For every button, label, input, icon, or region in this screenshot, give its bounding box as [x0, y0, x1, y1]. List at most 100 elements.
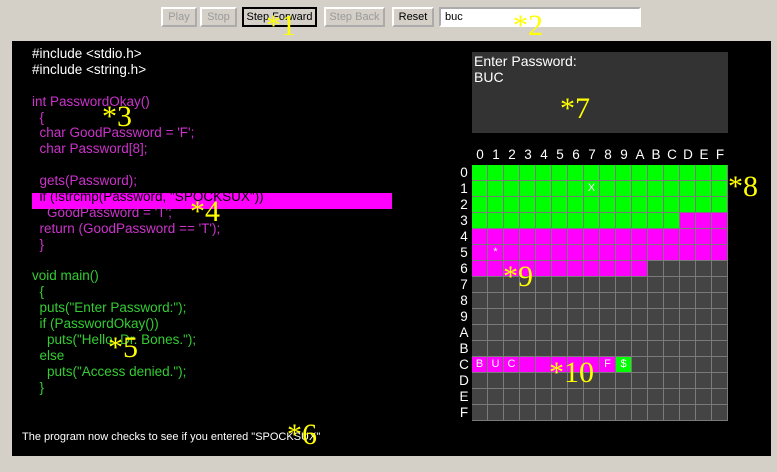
memory-cell [712, 341, 728, 357]
memory-cell [520, 357, 536, 373]
memory-cell [472, 277, 488, 293]
step-forward-button[interactable]: Step Forward [242, 7, 317, 27]
code-line: puts("Hello, Dr. Bones."); [32, 332, 197, 348]
memory-row-label: 5 [460, 245, 468, 260]
memory-cell [648, 309, 664, 325]
memory-cell [584, 165, 600, 181]
memory-cell [584, 357, 600, 373]
memory-cell [664, 165, 680, 181]
memory-cell [696, 213, 712, 229]
memory-cell [536, 213, 552, 229]
memory-cell [696, 277, 712, 293]
memory-cell [536, 165, 552, 181]
password-input[interactable] [439, 7, 641, 27]
memory-cell [472, 405, 488, 421]
memory-cell [488, 405, 504, 421]
memory-cell [616, 325, 632, 341]
memory-cell [552, 277, 568, 293]
memory-cell [648, 293, 664, 309]
memory-cell [584, 213, 600, 229]
step-back-button[interactable]: Step Back [324, 7, 385, 27]
memory-cell [568, 245, 584, 261]
memory-cell [648, 341, 664, 357]
play-button[interactable]: Play [161, 7, 197, 27]
memory-column-label: A [635, 147, 645, 162]
memory-cell [680, 389, 696, 405]
memory-cell [696, 325, 712, 341]
memory-cell [584, 197, 600, 213]
memory-cell [536, 325, 552, 341]
reset-button[interactable]: Reset [392, 7, 434, 27]
memory-cell [712, 373, 728, 389]
memory-cell [520, 373, 536, 389]
memory-cell [616, 341, 632, 357]
memory-cell [680, 405, 696, 421]
memory-cell [632, 213, 648, 229]
memory-cell [680, 373, 696, 389]
memory-cell [472, 245, 488, 261]
stop-button[interactable]: Stop [200, 7, 237, 27]
source-code: #include <stdio.h> #include <string.h> int… [32, 46, 264, 396]
memory-cell [472, 213, 488, 229]
memory-cell [552, 165, 568, 181]
memory-cell [552, 341, 568, 357]
memory-cell [664, 357, 680, 373]
memory-cell [600, 309, 616, 325]
code-line: if (PasswordOkay()) [32, 316, 159, 332]
memory-cell [600, 389, 616, 405]
memory-column-label: 4 [540, 147, 548, 162]
memory-cell [536, 357, 552, 373]
memory-cell [680, 261, 696, 277]
memory-cell [520, 181, 536, 197]
memory-cell [552, 373, 568, 389]
memory-cell [472, 197, 488, 213]
memory-cell [568, 277, 584, 293]
console-line-1: Enter Password: [474, 53, 577, 69]
memory-cell [712, 277, 728, 293]
memory-cell [632, 341, 648, 357]
memory-cell [696, 165, 712, 181]
memory-cell [696, 197, 712, 213]
memory-cell [632, 277, 648, 293]
memory-cell [552, 261, 568, 277]
memory-cell [568, 405, 584, 421]
memory-cell [472, 341, 488, 357]
memory-cell [648, 389, 664, 405]
memory-cell [472, 229, 488, 245]
memory-cell [648, 181, 664, 197]
memory-cell [680, 197, 696, 213]
code-line: } [32, 379, 45, 395]
memory-cell [600, 293, 616, 309]
memory-cell [536, 277, 552, 293]
memory-cell: F [600, 357, 616, 373]
memory-cell [680, 293, 696, 309]
memory-cell [536, 229, 552, 245]
memory-cell [600, 181, 616, 197]
memory-cell [504, 261, 520, 277]
memory-cell [504, 309, 520, 325]
memory-cell [616, 389, 632, 405]
memory-cell [552, 405, 568, 421]
memory-cell [664, 277, 680, 293]
memory-row-label: 2 [460, 197, 468, 212]
memory-cell [536, 309, 552, 325]
memory-cell [488, 277, 504, 293]
memory-column-label: 2 [508, 147, 516, 162]
memory-cell [552, 213, 568, 229]
memory-cell [696, 229, 712, 245]
memory-cell [632, 181, 648, 197]
memory-cell [632, 245, 648, 261]
code-line: gets(Password); [32, 173, 138, 189]
memory-cell [712, 165, 728, 181]
memory-cell [504, 373, 520, 389]
memory-cell [680, 165, 696, 181]
memory-cell [520, 245, 536, 261]
memory-cell [664, 181, 680, 197]
memory-cell [488, 341, 504, 357]
memory-cell [552, 309, 568, 325]
memory-row-label: B [459, 341, 469, 356]
memory-cell [600, 197, 616, 213]
memory-row-label: 1 [460, 181, 468, 196]
memory-cell [680, 213, 696, 229]
